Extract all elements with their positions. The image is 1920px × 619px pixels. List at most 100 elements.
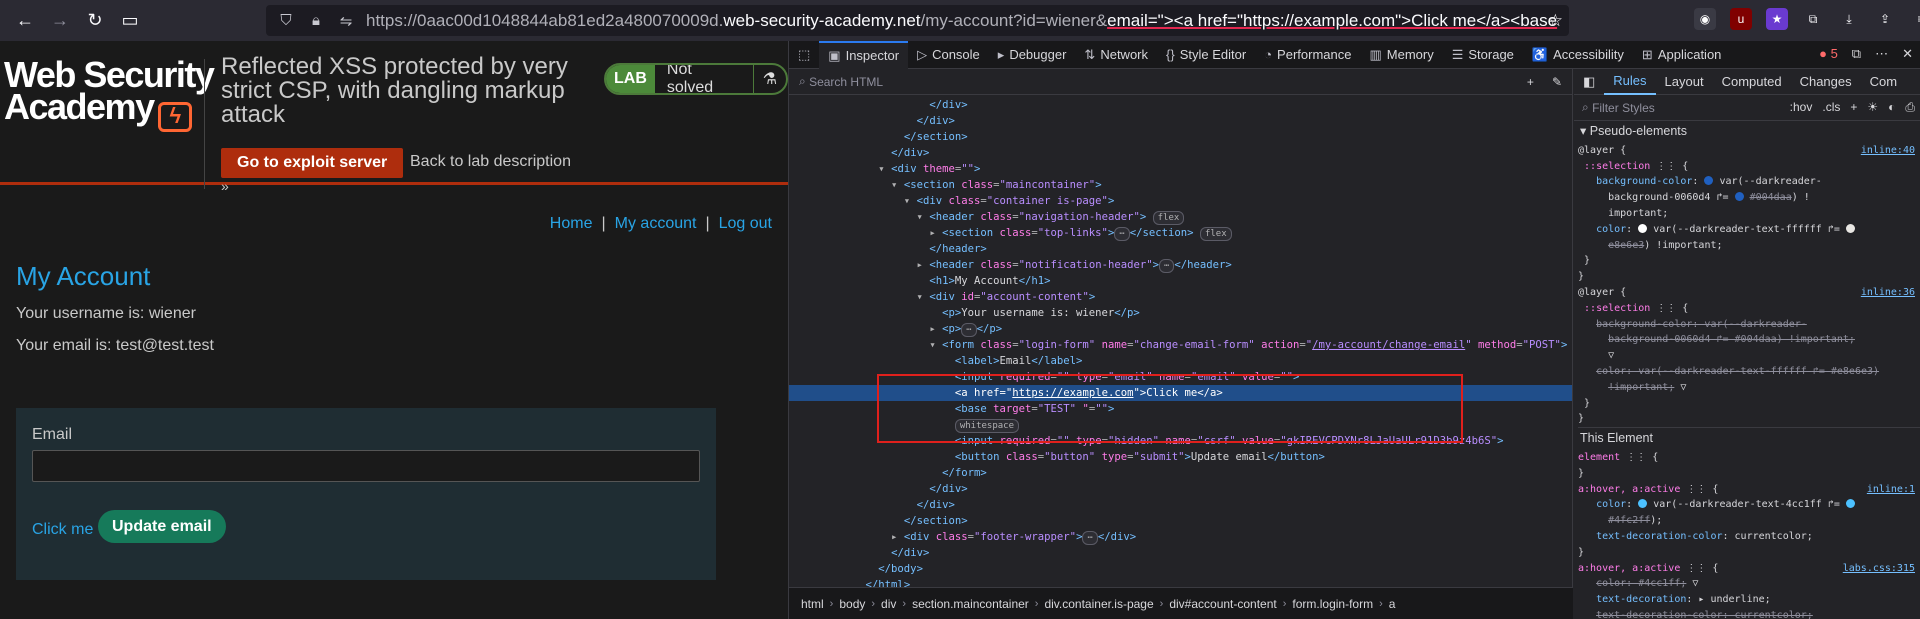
code-line[interactable]: </div> — [789, 481, 1572, 497]
rule-source-link[interactable]: labs.css:315 — [1843, 561, 1920, 577]
code-line[interactable]: ▸ <section class="top-links"> ⋯ </section>… — [789, 225, 1572, 241]
breadcrumb-item[interactable]: section.maincontainer — [906, 597, 1035, 611]
log-out-link[interactable]: Log out — [719, 215, 772, 232]
ublock-icon[interactable]: u — [1730, 8, 1752, 30]
tab-changes[interactable]: Changes — [1791, 69, 1861, 95]
code-line[interactable]: ▾ <header class="navigation-header"> fle… — [789, 209, 1572, 225]
bookmark-star-icon[interactable]: ☆ — [1548, 11, 1563, 31]
filter-styles-input[interactable]: Filter Styles — [1592, 101, 1655, 115]
code-line[interactable]: </section> — [789, 513, 1572, 529]
email-input[interactable] — [32, 450, 700, 482]
pseudo-elements-header[interactable]: ▾ Pseudo-elements — [1578, 121, 1920, 143]
tab-debugger[interactable]: ▸ Debugger — [989, 41, 1076, 69]
home-link[interactable]: Home — [550, 215, 593, 232]
tab-style-editor[interactable]: {} Style Editor — [1157, 41, 1255, 69]
forward-arrow-icon[interactable]: → — [45, 6, 75, 36]
lock-icon[interactable]: 🔒︎ — [306, 12, 326, 29]
code-line[interactable]: </section> — [789, 129, 1572, 145]
share-icon[interactable]: ⇪ — [1874, 8, 1896, 30]
code-line[interactable]: </div> — [789, 113, 1572, 129]
tab-network[interactable]: ⇅ Network — [1075, 41, 1157, 69]
back-arrow-icon[interactable]: ← — [10, 6, 40, 36]
add-node-icon[interactable]: + — [1527, 75, 1534, 89]
code-line[interactable]: <p>Your username is: wiener</p> — [789, 305, 1572, 321]
close-icon[interactable]: ✕ — [1902, 46, 1913, 62]
shield-icon[interactable]: ⛉ — [276, 12, 296, 29]
tab-rules[interactable]: Rules — [1604, 69, 1656, 95]
extension-icon[interactable]: ◉ — [1694, 8, 1716, 30]
breadcrumb-item[interactable]: html — [795, 597, 830, 611]
web-security-academy-logo[interactable]: Web Security Academy ϟ — [4, 57, 215, 132]
tab-storage[interactable]: ☰ Storage — [1443, 41, 1523, 69]
more-options-icon[interactable]: ⋯ — [1875, 46, 1888, 62]
code-line[interactable]: ▸ <header class="notification-header"> ⋯ <… — [789, 257, 1572, 273]
code-line[interactable]: ▾ <section class="maincontainer"> — [789, 177, 1572, 193]
download-icon[interactable]: ⤓ — [1838, 8, 1860, 30]
reload-icon[interactable]: ↻ — [80, 6, 110, 36]
tab-compatibility[interactable]: Com — [1861, 69, 1906, 95]
selected-code-line[interactable]: <a href="https://example.com">Click me</… — [789, 385, 1572, 401]
go-to-exploit-server-button[interactable]: Go to exploit server — [221, 148, 404, 178]
breadcrumb-item[interactable]: a — [1383, 597, 1402, 611]
breadcrumb-item[interactable]: div — [875, 597, 902, 611]
code-line[interactable]: ▾ <form class="login-form" name="change-… — [789, 337, 1572, 353]
tab-inspector[interactable]: ▣ Inspector — [819, 40, 909, 69]
rule-source-link[interactable]: inline:40 — [1861, 143, 1920, 159]
code-line[interactable]: </html> — [789, 577, 1572, 587]
hov-toggle[interactable]: :hov — [1790, 100, 1813, 115]
dark-mode-icon[interactable]: ◐ — [1888, 100, 1895, 115]
code-line[interactable]: </div> — [789, 545, 1572, 561]
rule-source-link[interactable]: inline:36 — [1861, 285, 1920, 301]
url-text[interactable]: https://0aac00d1048844ab81ed2a480070009d… — [366, 11, 1557, 31]
light-mode-icon[interactable]: ☀ — [1867, 100, 1878, 115]
back-to-lab-description-link[interactable]: Back to lab description — [410, 153, 571, 171]
code-line[interactable]: ▸ <div class="footer-wrapper"> ⋯ </div> — [789, 529, 1572, 545]
code-line[interactable]: ▾ <div id="account-content"> — [789, 289, 1572, 305]
dock-icon[interactable]: ⧉ — [1852, 46, 1861, 62]
eyedropper-icon[interactable]: ✎ — [1552, 75, 1562, 89]
permissions-icon[interactable]: ⇋ — [336, 12, 356, 30]
tab-accessibility[interactable]: ♿ Accessibility — [1523, 41, 1633, 69]
puzzle-icon[interactable]: ⧉ — [1802, 8, 1824, 30]
print-icon[interactable]: ⎙ — [1905, 100, 1915, 115]
code-line[interactable]: </form> — [789, 465, 1572, 481]
tab-memory[interactable]: ▥ Memory — [1360, 41, 1442, 69]
menu-icon[interactable]: ≡ — [1910, 8, 1920, 30]
breadcrumb-item[interactable]: form.login-form — [1286, 597, 1379, 611]
add-rule-icon[interactable]: + — [1850, 100, 1857, 115]
sidebar-toggle-icon[interactable]: ▭ — [115, 6, 145, 36]
tab-computed[interactable]: Computed — [1713, 69, 1791, 95]
code-line[interactable]: <h1>My Account</h1> — [789, 273, 1572, 289]
tab-console[interactable]: ▷ Console — [908, 41, 989, 69]
error-count-badge[interactable]: ● 5 — [1819, 46, 1838, 62]
click-me-link[interactable]: Click me — [32, 521, 93, 539]
code-line[interactable]: </div> — [789, 145, 1572, 161]
update-email-button[interactable]: Update email — [98, 510, 226, 543]
breadcrumb-item[interactable]: div.container.is-page — [1038, 597, 1159, 611]
code-line[interactable]: <input required="" type="hidden" name="c… — [789, 433, 1572, 449]
my-account-link[interactable]: My account — [615, 215, 697, 232]
url-bar[interactable]: ⛉ 🔒︎ ⇋ https://0aac00d1048844ab81ed2a480… — [266, 5, 1569, 36]
code-line[interactable]: <button class="button" type="submit">Upd… — [789, 449, 1572, 465]
code-line[interactable]: <base target="TEST" "=""> — [789, 401, 1572, 417]
code-line[interactable]: ▾ <div theme=""> — [789, 161, 1572, 177]
tab-performance[interactable]: ◔ Performance — [1255, 41, 1360, 69]
code-line[interactable]: ▾ <div class="container is-page"> — [789, 193, 1572, 209]
code-line[interactable]: whitespace — [789, 417, 1572, 433]
cls-toggle[interactable]: .cls — [1822, 100, 1840, 115]
code-line[interactable]: <input required="" type="email" name="em… — [789, 369, 1572, 385]
breadcrumb-item[interactable]: div#account-content — [1163, 597, 1282, 611]
rule-source-link[interactable]: inline:1 — [1867, 482, 1920, 498]
extension-badge-icon[interactable]: ★ — [1766, 8, 1788, 30]
element-picker-icon[interactable]: ⬚ — [789, 41, 819, 69]
breadcrumb-item[interactable]: body — [833, 597, 871, 611]
tab-application[interactable]: ⊞ Application — [1633, 41, 1731, 69]
code-line[interactable]: </body> — [789, 561, 1572, 577]
tab-layout[interactable]: Layout — [1656, 69, 1713, 95]
toggle-sidebar-icon[interactable]: ◧ — [1574, 69, 1604, 95]
search-html-input[interactable]: Search HTML — [809, 75, 883, 89]
code-line[interactable]: </div> — [789, 97, 1572, 113]
code-line[interactable]: </header> — [789, 241, 1572, 257]
code-line[interactable]: ▸ <p> ⋯ </p> — [789, 321, 1572, 337]
code-line[interactable]: </div> — [789, 497, 1572, 513]
